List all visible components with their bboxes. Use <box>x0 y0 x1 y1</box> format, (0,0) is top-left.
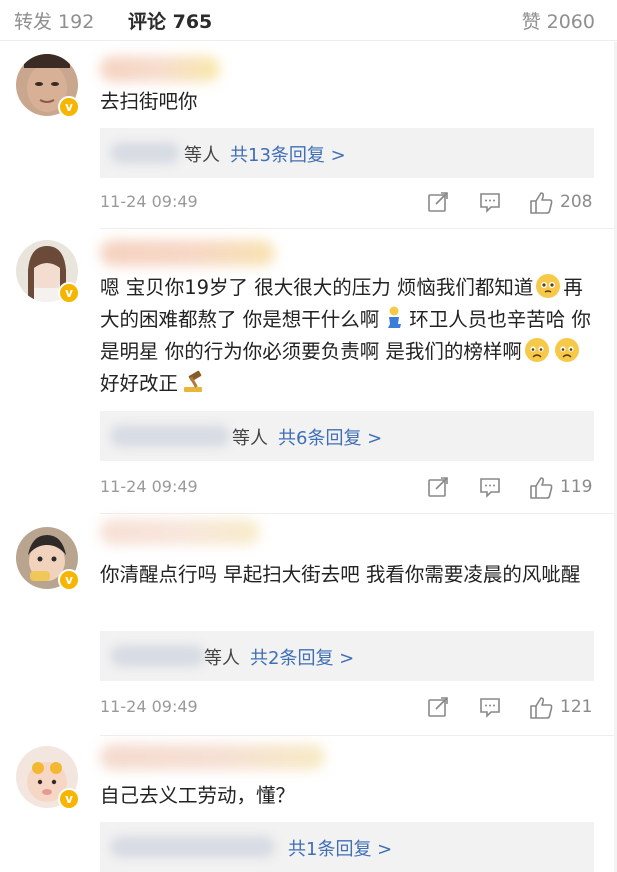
comment-meta: 11-24 09:49 121 <box>100 693 594 723</box>
tab-likes[interactable]: 赞 2060 <box>522 7 595 34</box>
reply-preview[interactable]: 等人 共6条回复 > <box>100 411 594 461</box>
like-count: 208 <box>560 192 593 212</box>
comment-meta: 11-24 09:49 119 <box>100 473 594 503</box>
comment-text-part: 嗯 宝贝你19岁了 很大很大的压力 烦恼我们都知道 <box>100 276 534 299</box>
reply-preview[interactable]: 共1条回复 > <box>100 822 594 872</box>
divider <box>100 735 617 736</box>
like-icon[interactable] <box>528 695 554 721</box>
comment-icon[interactable] <box>478 695 502 719</box>
like-count: 119 <box>560 477 593 497</box>
reply-tail: 等人 <box>232 428 268 449</box>
reply-tail: 等人 <box>184 145 220 166</box>
reply-user-blur <box>110 836 275 858</box>
timestamp: 11-24 09:49 <box>100 697 198 716</box>
comment-meta: 11-24 09:49 208 <box>100 188 594 218</box>
reply-user-blur <box>110 142 180 164</box>
verified-badge-icon: v <box>58 282 80 304</box>
comment-text: 去扫街吧你 <box>100 90 198 113</box>
username[interactable] <box>100 56 220 82</box>
gavel-emoji-icon <box>180 369 206 395</box>
kneeling-figure-emoji-icon <box>381 305 407 331</box>
comment-text: 嗯 宝贝你19岁了 很大很大的压力 烦恼我们都知道 再大的困难都熬了 你是想干什么… <box>100 272 595 400</box>
tab-comments[interactable]: 评论 765 <box>128 7 212 34</box>
username[interactable] <box>100 519 260 545</box>
verified-badge-icon: v <box>58 96 80 118</box>
comment-tabs: 转发 192 评论 765 赞 2060 <box>0 0 617 41</box>
reply-tail: 等人 <box>204 648 240 669</box>
avatar[interactable]: v <box>16 746 80 810</box>
pleading-face-emoji-icon <box>535 273 561 299</box>
verified-badge-icon: v <box>58 569 80 591</box>
like-count: 121 <box>560 697 593 717</box>
divider <box>100 513 617 514</box>
reply-preview[interactable]: 等人 共13条回复 > <box>100 128 594 178</box>
username[interactable] <box>100 744 325 770</box>
username[interactable] <box>100 240 275 266</box>
view-replies-link[interactable]: 共6条回复 > <box>278 428 382 449</box>
comment-icon[interactable] <box>478 190 502 214</box>
timestamp: 11-24 09:49 <box>100 477 198 496</box>
share-icon[interactable] <box>426 190 450 214</box>
reply-preview[interactable]: 等人 共2条回复 > <box>100 631 594 681</box>
verified-badge-icon: v <box>58 788 80 810</box>
sad-face-emoji-icon <box>524 337 550 363</box>
like-icon[interactable] <box>528 475 554 501</box>
avatar[interactable]: v <box>16 240 80 304</box>
share-icon[interactable] <box>426 475 450 499</box>
share-icon[interactable] <box>426 695 450 719</box>
divider <box>100 228 617 229</box>
avatar[interactable]: v <box>16 54 80 118</box>
reply-user-blur <box>110 425 230 447</box>
comment-text: 自己去义工劳动，懂？ <box>100 784 296 807</box>
comment-text-part: 好好改正 <box>100 372 179 395</box>
view-replies-link[interactable]: 共2条回复 > <box>250 648 354 669</box>
reply-user-blur <box>110 645 205 667</box>
tab-repost[interactable]: 转发 192 <box>14 7 94 34</box>
comment-text: 你清醒点行吗 早起扫大街去吧 我看你需要凌晨的风呲醒 <box>100 563 581 586</box>
timestamp: 11-24 09:49 <box>100 192 198 211</box>
avatar[interactable]: v <box>16 527 80 591</box>
like-icon[interactable] <box>528 190 554 216</box>
comment-icon[interactable] <box>478 475 502 499</box>
view-replies-link[interactable]: 共13条回复 > <box>230 145 346 166</box>
sad-face-emoji-icon <box>554 337 580 363</box>
view-replies-link[interactable]: 共1条回复 > <box>288 839 392 860</box>
